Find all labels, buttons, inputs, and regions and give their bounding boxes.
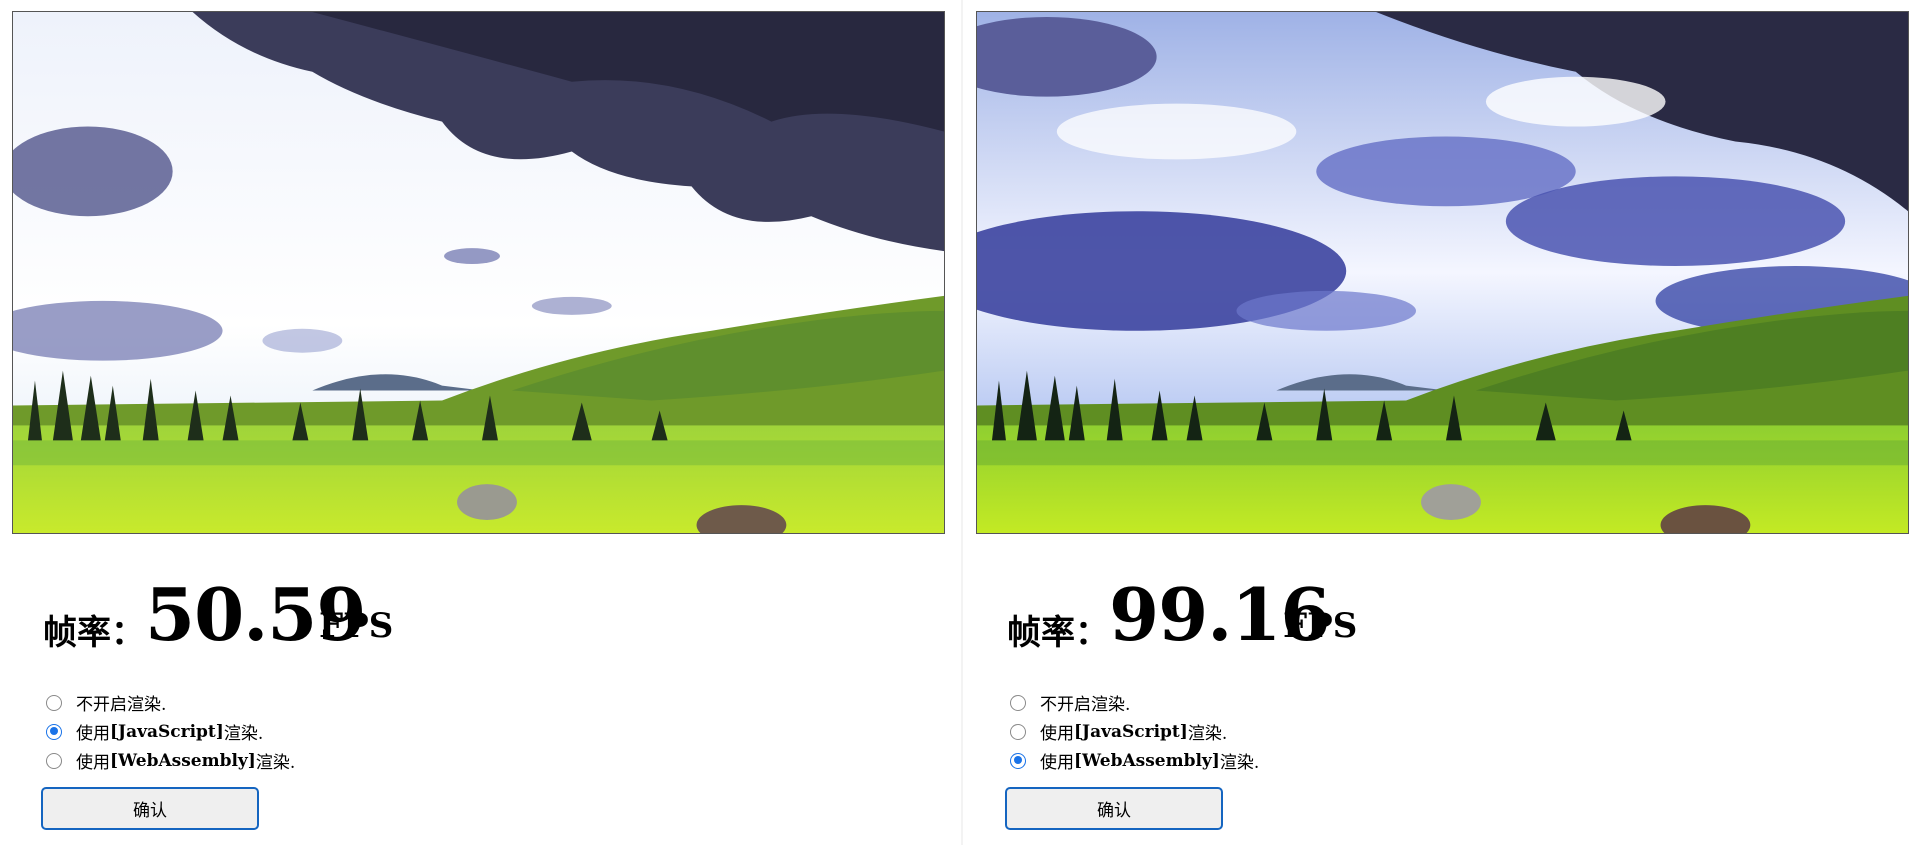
option-no-render[interactable]: 不开启渲染. (1010, 688, 1259, 717)
radio-javascript[interactable] (1010, 723, 1026, 740)
left-panel: 帧率： 50.59 FPS 不开启渲染. 使用 [JavaScript] 渲染.… (0, 0, 960, 845)
option-prefix: 使用 (1040, 724, 1074, 744)
confirm-button[interactable]: 确认 (1005, 787, 1223, 830)
radio-webassembly[interactable] (46, 752, 62, 769)
option-suffix: 渲染. (1187, 724, 1228, 744)
option-prefix: 使用 (1040, 753, 1074, 773)
option-tech: [JavaScript] (1074, 721, 1188, 742)
option-label: 不开启渲染. (1040, 695, 1131, 715)
video-canvas (976, 11, 1909, 534)
option-javascript[interactable]: 使用 [JavaScript] 渲染. (46, 717, 295, 746)
confirm-button[interactable]: 确认 (41, 787, 259, 830)
render-mode-options: 不开启渲染. 使用 [JavaScript] 渲染. 使用 [WebAssemb… (46, 688, 295, 775)
option-prefix: 使用 (76, 724, 110, 744)
option-webassembly[interactable]: 使用 [WebAssembly] 渲染. (46, 746, 295, 775)
video-canvas (12, 11, 945, 534)
fps-unit: FPS (319, 606, 394, 646)
fps-unit: FPS (1283, 606, 1358, 646)
option-prefix: 使用 (76, 753, 110, 773)
option-suffix: 渲染. (255, 753, 296, 773)
option-label: 不开启渲染. (76, 695, 167, 715)
option-tech: [WebAssembly] (1074, 750, 1220, 771)
divider (961, 0, 963, 845)
option-suffix: 渲染. (1219, 753, 1260, 773)
option-webassembly[interactable]: 使用 [WebAssembly] 渲染. (1010, 746, 1259, 775)
radio-javascript[interactable] (46, 723, 62, 740)
option-suffix: 渲染. (223, 724, 264, 744)
fps-label: 帧率： (43, 613, 145, 653)
radio-webassembly[interactable] (1010, 752, 1026, 769)
fps-label: 帧率： (1007, 613, 1109, 653)
option-tech: [WebAssembly] (110, 750, 256, 771)
option-javascript[interactable]: 使用 [JavaScript] 渲染. (1010, 717, 1259, 746)
radio-no-render[interactable] (1010, 694, 1026, 711)
right-panel: 帧率： 99.16 FPS 不开启渲染. 使用 [JavaScript] 渲染.… (964, 0, 1920, 845)
radio-no-render[interactable] (46, 694, 62, 711)
render-mode-options: 不开启渲染. 使用 [JavaScript] 渲染. 使用 [WebAssemb… (1010, 688, 1259, 775)
option-no-render[interactable]: 不开启渲染. (46, 688, 295, 717)
option-tech: [JavaScript] (110, 721, 224, 742)
